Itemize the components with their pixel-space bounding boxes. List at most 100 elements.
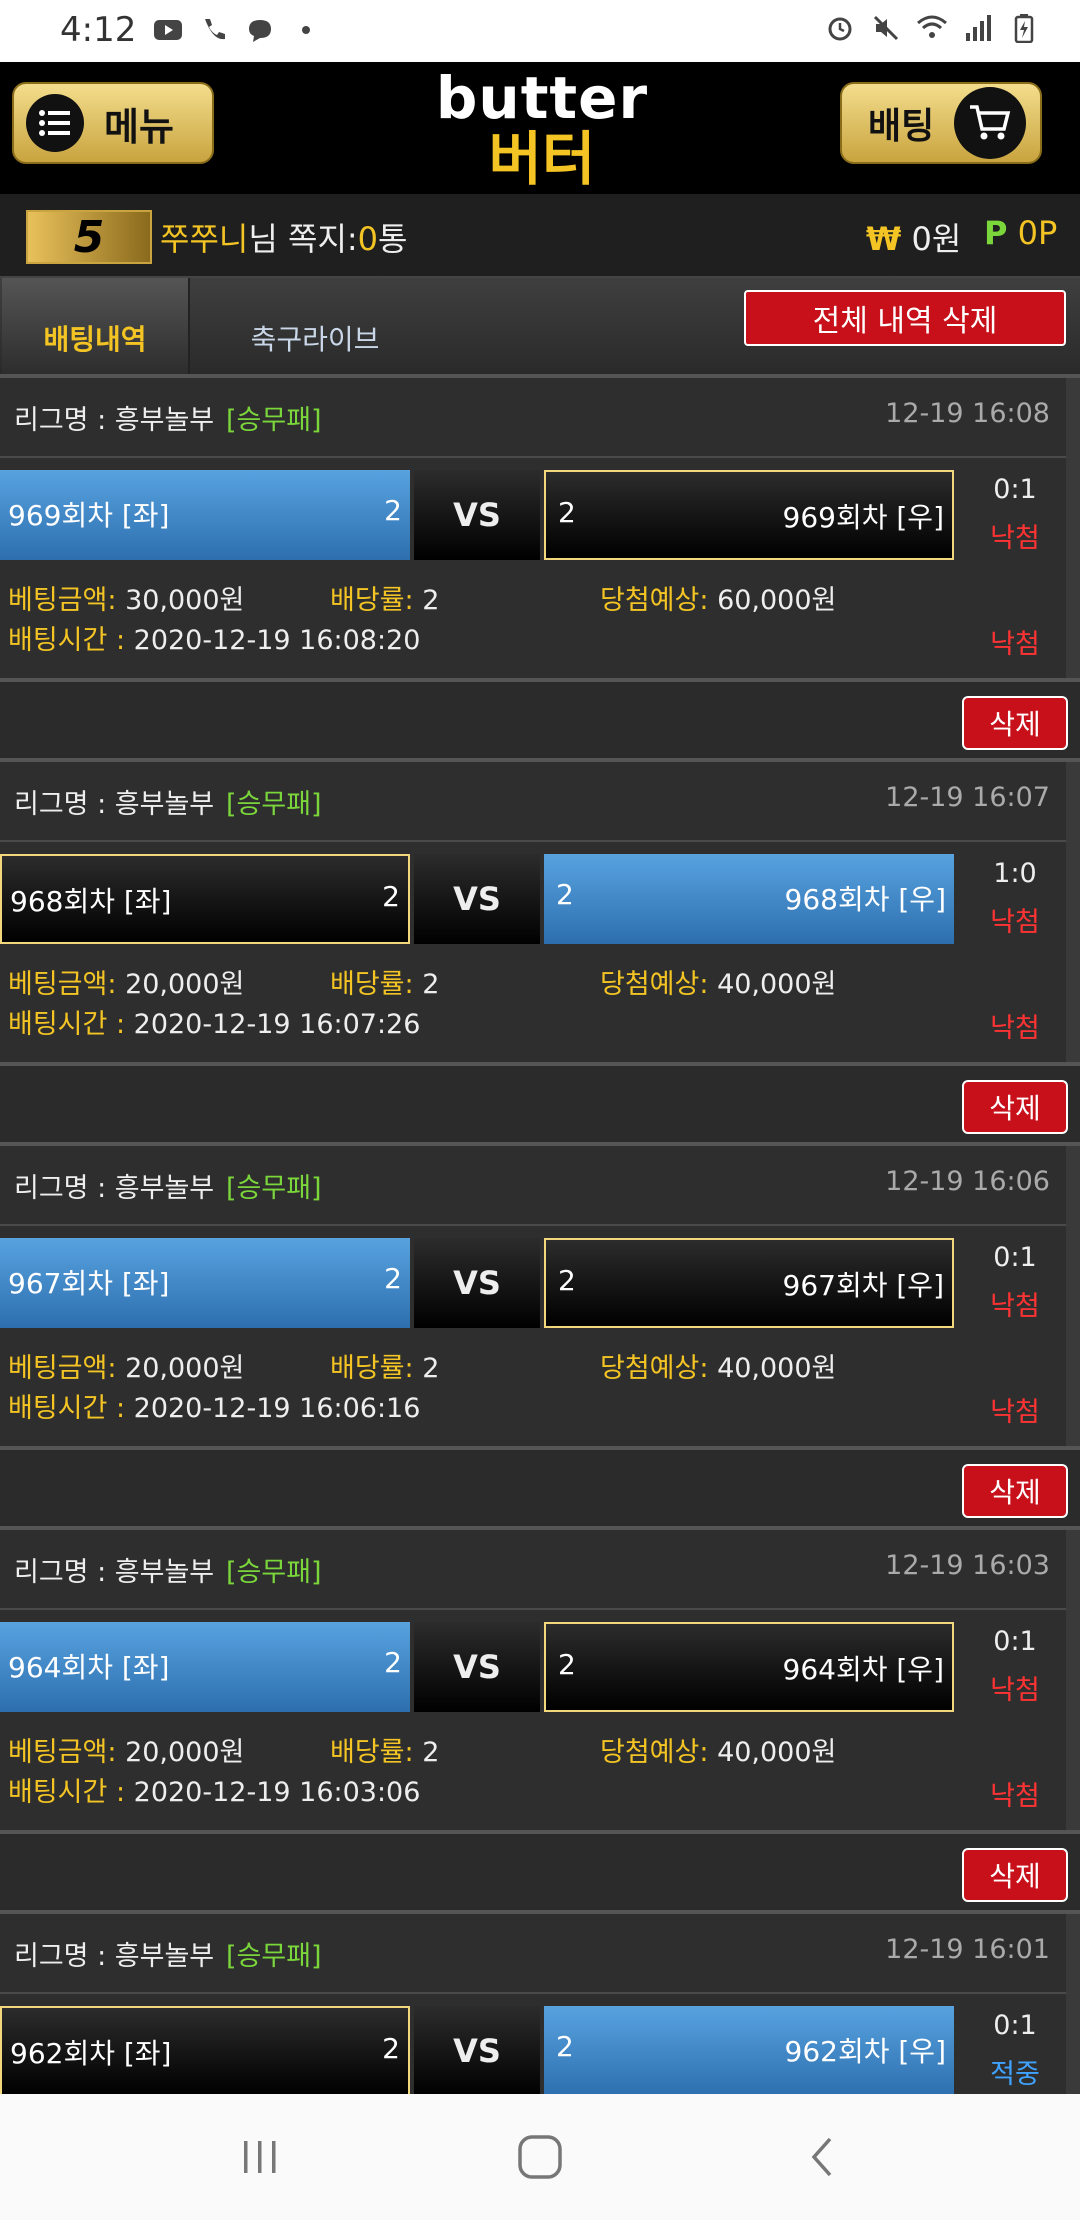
delete-button[interactable]: 삭제	[962, 696, 1068, 750]
bet-amount-label: 베팅금액:	[8, 1737, 117, 1768]
message-count[interactable]: 쪽지:0통	[288, 214, 407, 260]
bet-time-label: 배팅시간 :	[8, 1777, 126, 1808]
bet-card: 리그명 : 흥부놀부 [승무패] 12-19 16:06 967회차 [좌] 2…	[0, 1146, 1080, 1446]
card-header: 리그명 : 흥부놀부 [승무패] 12-19 16:01	[0, 1914, 1066, 1994]
team-left-odd: 2	[384, 494, 402, 527]
team-right: 2 967회차 [우]	[544, 1238, 954, 1328]
team-left-name: 968회차 [좌]	[10, 885, 172, 918]
expected-win-label: 당첨예상:	[600, 969, 709, 1000]
match-time: 12-19 16:03	[885, 1550, 1050, 1581]
expected-win: 당첨예상: 60,000원	[600, 578, 836, 617]
bet-history-list: 리그명 : 흥부놀부 [승무패] 12-19 16:08 969회차 [좌] 2…	[0, 374, 1080, 2094]
delete-all-button[interactable]: 전체 내역 삭제	[744, 290, 1066, 346]
bet-time-value: 2020-12-19 16:06:16	[133, 1393, 421, 1424]
expected-win-value: 40,000원	[717, 969, 837, 1000]
delete-button[interactable]: 삭제	[962, 1464, 1068, 1518]
vs-label: VS	[414, 470, 540, 560]
logo[interactable]: butter 버터	[422, 68, 662, 192]
team-right-name: 969회차 [우]	[782, 501, 944, 534]
tab-soccer-live[interactable]: 축구라이브	[190, 278, 440, 374]
team-right-name: 964회차 [우]	[782, 1653, 944, 1686]
chat-icon	[244, 14, 276, 46]
bet-time-label: 배팅시간 :	[8, 1009, 126, 1040]
league-name: 리그명 : 흥부놀부	[14, 1941, 215, 1972]
bet-amount: 베팅금액: 20,000원	[8, 962, 244, 1001]
final-result: 낙첨	[990, 1013, 1040, 1044]
user-info-bar: 5 쭈쭈니님 쪽지:0통 ₩ 0원 P 0P	[0, 194, 1080, 278]
wifi-icon	[916, 12, 948, 44]
call-app-icon	[198, 14, 230, 46]
message-number: 0	[357, 220, 379, 258]
card-header: 리그명 : 흥부놀부 [승무패] 12-19 16:07	[0, 762, 1066, 842]
point-icon: P	[984, 214, 1008, 252]
message-label: 쪽지:	[288, 220, 358, 258]
bet-amount-label: 베팅금액:	[8, 585, 117, 616]
bet-time-label: 배팅시간 :	[8, 625, 126, 656]
signal-icon	[962, 12, 994, 44]
dot-icon	[290, 14, 322, 46]
bet-label: 배팅	[868, 106, 935, 147]
match-time: 12-19 16:07	[885, 782, 1050, 813]
odds-rate-label: 배당률:	[330, 969, 414, 1000]
bet-amount: 베팅금액: 30,000원	[8, 578, 244, 617]
menu-button[interactable]: 메뉴	[12, 82, 214, 164]
team-left-odd: 2	[384, 1646, 402, 1679]
league-name: 리그명 : 흥부놀부	[14, 1557, 215, 1588]
point-balance: P 0P	[984, 214, 1057, 252]
odds-rate: 배당률: 2	[330, 1730, 439, 1769]
final-result: 낙첨	[990, 1397, 1040, 1428]
youtube-icon	[152, 14, 184, 46]
odds-rate-label: 배당률:	[330, 1737, 414, 1768]
point-value: 0P	[1017, 214, 1058, 252]
card-header: 리그명 : 흥부놀부 [승무패] 12-19 16:08	[0, 378, 1066, 458]
bet-type: [승무패]	[226, 1173, 322, 1204]
odds-rate: 배당률: 2	[330, 1346, 439, 1385]
team-right-name: 962회차 [우]	[784, 2035, 946, 2068]
match-result: 낙첨	[990, 523, 1040, 554]
tab-bar: 배팅내역 축구라이브 전체 내역 삭제	[0, 278, 1080, 374]
match-score: 0:1	[993, 474, 1037, 505]
league-name: 리그명 : 흥부놀부	[14, 789, 215, 820]
system-nav-bar	[0, 2094, 1080, 2220]
match-result: 낙첨	[990, 1675, 1040, 1706]
team-right-name: 967회차 [우]	[782, 1269, 944, 1302]
home-icon[interactable]	[510, 2132, 570, 2182]
mute-icon	[870, 12, 902, 44]
card-header: 리그명 : 흥부놀부 [승무패] 12-19 16:03	[0, 1530, 1066, 1610]
betting-cart-button[interactable]: 배팅	[840, 82, 1042, 164]
team-right: 2 962회차 [우]	[544, 2006, 954, 2094]
bet-time: 배팅시간 : 2020-12-19 16:08:20	[8, 618, 420, 657]
odds-rate-label: 배당률:	[330, 585, 414, 616]
tab-betting-history[interactable]: 배팅내역	[2, 278, 190, 374]
match-result: 낙첨	[990, 1291, 1040, 1322]
bet-type: [승무패]	[226, 1557, 322, 1588]
alarm-icon	[824, 12, 856, 44]
match-score: 0:1	[993, 1242, 1037, 1273]
back-icon[interactable]	[792, 2132, 852, 2182]
match-time: 12-19 16:08	[885, 398, 1050, 429]
bet-card: 리그명 : 흥부놀부 [승무패] 12-19 16:01 962회차 [좌] 2…	[0, 1914, 1080, 2094]
team-right-odd: 2	[556, 2030, 574, 2063]
team-left-name: 964회차 [좌]	[8, 1651, 170, 1684]
recent-apps-icon[interactable]	[230, 2132, 290, 2182]
final-result: 낙첨	[990, 1781, 1040, 1812]
username: 쭈쭈니님	[160, 214, 278, 260]
bet-amount-value: 20,000원	[125, 969, 245, 1000]
match-time: 12-19 16:01	[885, 1934, 1050, 1965]
bet-type: [승무패]	[226, 405, 322, 436]
delete-button[interactable]: 삭제	[962, 1080, 1068, 1134]
league-name: 리그명 : 흥부놀부	[14, 1173, 215, 1204]
team-left-name: 967회차 [좌]	[8, 1267, 170, 1300]
bet-time-label: 배팅시간 :	[8, 1393, 126, 1424]
bet-amount-value: 20,000원	[125, 1737, 245, 1768]
card-header: 리그명 : 흥부놀부 [승무패] 12-19 16:06	[0, 1146, 1066, 1226]
team-left-odd: 2	[384, 1262, 402, 1295]
bet-time-value: 2020-12-19 16:08:20	[133, 625, 421, 656]
team-right-odd: 2	[556, 878, 574, 911]
delete-button[interactable]: 삭제	[962, 1848, 1068, 1902]
battery-icon	[1008, 12, 1040, 44]
bet-time-value: 2020-12-19 16:07:26	[133, 1009, 421, 1040]
vs-label: VS	[414, 1238, 540, 1328]
money-value: 0원	[911, 220, 962, 258]
bet-amount: 베팅금액: 20,000원	[8, 1730, 244, 1769]
